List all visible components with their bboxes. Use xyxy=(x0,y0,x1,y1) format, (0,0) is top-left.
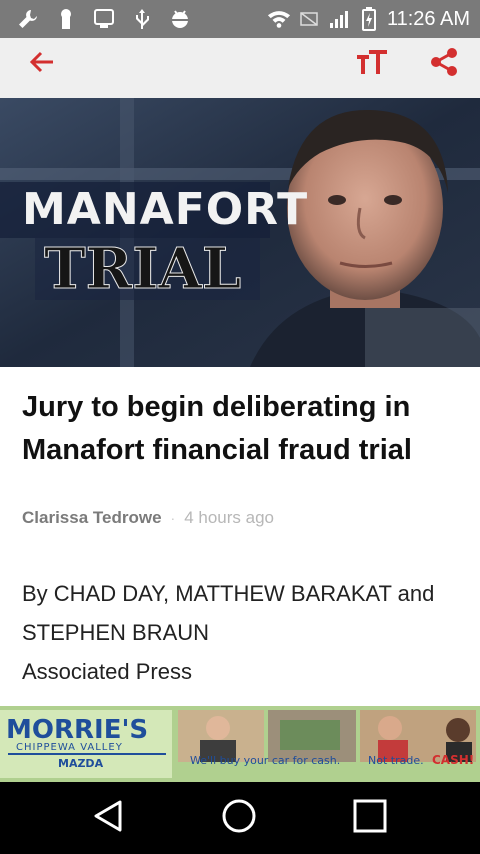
share-button[interactable] xyxy=(422,42,466,86)
text-size-button[interactable] xyxy=(350,42,394,86)
no-sim-icon xyxy=(297,7,321,31)
square-recents-icon xyxy=(353,799,387,838)
article-hero-image[interactable]: MANAFORT TRIAL xyxy=(0,98,480,367)
battery-charging-icon xyxy=(357,7,381,31)
ad-cash: CASH! xyxy=(432,753,474,767)
android-debug-icon xyxy=(168,7,192,31)
text-size-icon xyxy=(356,48,388,81)
ad-sub: CHIPPEWA VALLEY xyxy=(16,742,123,753)
article-headline: Jury to begin deliberating in Manafort f… xyxy=(22,391,412,466)
hero-title-manafort: MANAFORT xyxy=(22,184,308,235)
ad-tagline: We'll buy your car for cash. xyxy=(190,754,340,767)
keyhole-icon xyxy=(54,7,78,31)
byline-line-3: Associated Press xyxy=(22,659,192,684)
ad-banner[interactable]: MORRIE'S CHIPPEWA VALLEY MAZDA We'll buy… xyxy=(0,706,480,782)
signal-icon xyxy=(327,7,351,31)
byline-line-1: By CHAD DAY, MATTHEW BARAKAT and xyxy=(22,581,435,606)
arrow-left-icon xyxy=(28,48,56,81)
byline-line-2: STEPHEN BRAUN xyxy=(22,620,210,645)
author-name[interactable]: Clarissa Tedrowe xyxy=(22,508,162,528)
ad-make: MAZDA xyxy=(58,757,104,770)
nav-back-button[interactable] xyxy=(78,794,138,842)
ad-tagline-2: Not trade. xyxy=(368,754,424,767)
ad-brand: MORRIE'S xyxy=(6,715,148,745)
share-icon xyxy=(429,47,459,82)
article-toolbar xyxy=(0,38,480,98)
article-body: By CHAD DAY, MATTHEW BARAKAT and STEPHEN… xyxy=(22,574,462,691)
circle-home-icon xyxy=(221,798,257,839)
published-time: 4 hours ago xyxy=(184,508,274,527)
article-meta: Clarissa Tedrowe · 4 hours ago xyxy=(22,508,274,528)
nav-home-button[interactable] xyxy=(209,794,269,842)
system-nav-bar xyxy=(0,782,480,854)
usb-debug-badge-icon xyxy=(92,7,116,31)
meta-separator: · xyxy=(170,510,176,526)
nav-recents-button[interactable] xyxy=(340,794,400,842)
triangle-back-icon xyxy=(92,799,124,838)
status-bar: 11:26 AM xyxy=(0,0,480,38)
status-clock: 11:26 AM xyxy=(386,7,470,30)
back-button[interactable] xyxy=(20,42,64,86)
wrench-icon xyxy=(16,7,40,31)
wifi-icon xyxy=(267,7,291,31)
hero-title-trial: TRIAL xyxy=(44,236,241,302)
usb-icon xyxy=(130,7,154,31)
